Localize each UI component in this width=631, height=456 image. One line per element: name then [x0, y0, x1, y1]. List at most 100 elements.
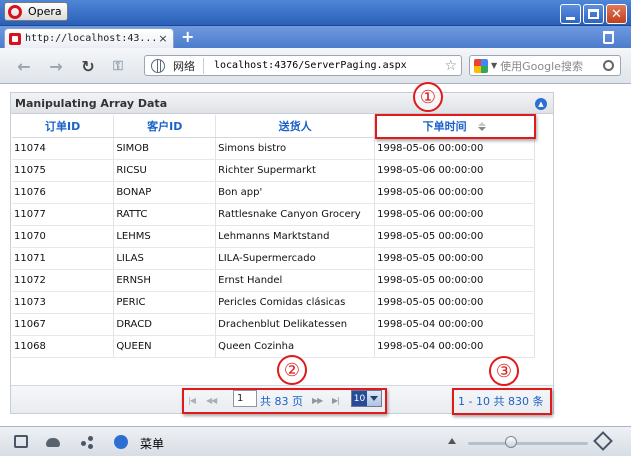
window-titlebar: Opera ✕: [0, 0, 631, 26]
cell-customer-id: SIMOB: [113, 137, 217, 160]
cell-order-date: 1998-05-06 00:00:00: [374, 159, 535, 182]
table-row[interactable]: 11067 DRACD Drachenblut Delikatessen 1998-0…: [12, 313, 535, 336]
status-menu-label[interactable]: 菜单: [140, 435, 164, 452]
view-up-icon[interactable]: [448, 438, 456, 444]
cell-order-date: 1998-05-06 00:00:00: [374, 181, 535, 204]
forward-arrow-icon[interactable]: →: [46, 57, 66, 76]
cell-order-date: 1998-05-06 00:00:00: [374, 137, 535, 160]
cell-ship-name: Richter Supermarkt: [215, 159, 376, 182]
cell-ship-name: Rattlesnake Canyon Grocery: [215, 203, 376, 226]
maximize-icon: [588, 9, 599, 19]
cell-customer-id: ERNSH: [113, 269, 217, 292]
cell-ship-name: LILA-Supermercado: [215, 247, 376, 270]
annotation-marker-3: ③: [489, 356, 519, 386]
table-row[interactable]: 11076 BONAP Bon app' 1998-05-06 00:00:00: [12, 181, 535, 204]
minimize-button[interactable]: [560, 4, 581, 24]
unite-share-icon[interactable]: [80, 435, 94, 449]
cell-customer-id: BONAP: [113, 181, 217, 204]
search-engine-dropdown-icon[interactable]: ▼: [491, 61, 497, 70]
cell-order-id: 11073: [12, 291, 115, 314]
cell-customer-id: DRACD: [113, 313, 217, 336]
cell-ship-name: Bon app': [215, 181, 376, 204]
key-icon[interactable]: ⚿: [108, 57, 128, 75]
annotation-box-sort-column: [375, 114, 536, 139]
table-row[interactable]: 11077 RATTC Rattlesnake Canyon Grocery 1998…: [12, 203, 535, 226]
zoom-slider-track[interactable]: [468, 442, 588, 445]
cell-order-date: 1998-05-05 00:00:00: [374, 269, 535, 292]
table-row[interactable]: 11068 QUEEN Queen Cozinha 1998-05-04 00:00:…: [12, 335, 535, 358]
close-icon: ✕: [611, 6, 622, 22]
back-arrow-icon[interactable]: ←: [14, 57, 34, 76]
search-field[interactable]: ▼ 使用Google搜索: [469, 55, 621, 76]
tab-title: http://localhost:43...: [25, 33, 156, 44]
orders-table: 订单ID 客户ID 送货人 下单时间 11074 SIMOB Simons bist…: [12, 115, 535, 358]
cell-order-id: 11072: [12, 269, 115, 292]
close-window-button[interactable]: ✕: [606, 4, 627, 24]
cell-order-id: 11077: [12, 203, 115, 226]
grid-title-bar: Manipulating Array Data: [11, 93, 553, 114]
new-tab-button[interactable]: +: [181, 29, 194, 45]
table-row[interactable]: 11072 ERNSH Ernst Handel 1998-05-05 00:00:0…: [12, 269, 535, 292]
trash-icon[interactable]: [603, 31, 614, 44]
cell-order-date: 1998-05-06 00:00:00: [374, 203, 535, 226]
table-row[interactable]: 11074 SIMOB Simons bistro 1998-05-06 00:00:…: [12, 137, 535, 160]
cell-order-id: 11068: [12, 335, 115, 358]
cell-ship-name: Lehmanns Marktstand: [215, 225, 376, 248]
cell-customer-id: RICSU: [113, 159, 217, 182]
bookmark-star-icon[interactable]: ☆: [444, 58, 457, 74]
window-controls: ✕: [560, 4, 627, 24]
opera-menu-button[interactable]: Opera: [4, 2, 68, 21]
address-url[interactable]: localhost:4376/ServerPaging.aspx: [214, 60, 444, 71]
cell-customer-id: RATTC: [113, 203, 217, 226]
table-body: 11074 SIMOB Simons bistro 1998-05-06 00:00:…: [12, 137, 535, 358]
annotation-marker-1: ①: [413, 82, 443, 112]
fit-to-width-icon[interactable]: [593, 431, 613, 451]
cell-customer-id: QUEEN: [113, 335, 217, 358]
cell-ship-name: Ernst Handel: [215, 269, 376, 292]
annotation-box-pager: [182, 388, 387, 414]
collapse-panel-icon[interactable]: ▲: [535, 98, 547, 110]
search-icon[interactable]: [603, 60, 614, 71]
navigation-toolbar: ← → ↻ ⚿ 网络 localhost:4376/ServerPaging.a…: [0, 48, 631, 84]
status-bar: 菜单: [0, 426, 631, 456]
cloud-sync-icon[interactable]: [46, 438, 60, 447]
opera-menu-label: Opera: [28, 5, 62, 18]
cell-customer-id: PERIC: [113, 291, 217, 314]
browser-tab[interactable]: http://localhost:43... ×: [4, 28, 174, 48]
google-icon[interactable]: [474, 58, 488, 73]
column-header-customer-id[interactable]: 客户ID: [113, 115, 217, 138]
turbo-icon[interactable]: [114, 435, 128, 449]
cell-order-id: 11070: [12, 225, 115, 248]
column-header-order-id[interactable]: 订单ID: [12, 115, 115, 138]
cell-order-date: 1998-05-05 00:00:00: [374, 291, 535, 314]
table-row[interactable]: 11075 RICSU Richter Supermarkt 1998-05-06 0…: [12, 159, 535, 182]
cell-order-date: 1998-05-05 00:00:00: [374, 225, 535, 248]
grid-title: Manipulating Array Data: [15, 96, 168, 110]
minimize-icon: [566, 16, 575, 20]
page-favicon-icon: [9, 32, 21, 45]
globe-icon: [151, 58, 165, 73]
tab-close-icon[interactable]: ×: [156, 32, 170, 45]
zoom-slider-thumb[interactable]: [505, 436, 517, 448]
annotation-box-record-count: [452, 388, 552, 415]
cell-ship-name: Pericles Comidas clásicas: [215, 291, 376, 314]
search-placeholder[interactable]: 使用Google搜索: [500, 58, 603, 74]
column-header-ship-name[interactable]: 送货人: [215, 115, 376, 138]
cell-order-id: 11071: [12, 247, 115, 270]
maximize-button[interactable]: [583, 4, 604, 24]
cell-order-id: 11075: [12, 159, 115, 182]
cell-order-id: 11076: [12, 181, 115, 204]
cell-ship-name: Drachenblut Delikatessen: [215, 313, 376, 336]
table-row[interactable]: 11073 PERIC Pericles Comidas clásicas 1998-…: [12, 291, 535, 314]
reload-icon[interactable]: ↻: [78, 57, 98, 76]
cell-order-id: 11074: [12, 137, 115, 160]
table-row[interactable]: 11071 LILAS LILA-Supermercado 1998-05-05 00…: [12, 247, 535, 270]
panel-toggle-icon[interactable]: [14, 435, 28, 448]
cell-ship-name: Queen Cozinha: [215, 335, 376, 358]
opera-logo-icon: [8, 4, 22, 19]
table-row[interactable]: 11070 LEHMS Lehmanns Marktstand 1998-05-05 …: [12, 225, 535, 248]
address-bar[interactable]: 网络 localhost:4376/ServerPaging.aspx ☆: [144, 55, 462, 76]
cell-customer-id: LILAS: [113, 247, 217, 270]
address-zone-label: 网络: [173, 57, 204, 74]
cell-ship-name: Simons bistro: [215, 137, 376, 160]
